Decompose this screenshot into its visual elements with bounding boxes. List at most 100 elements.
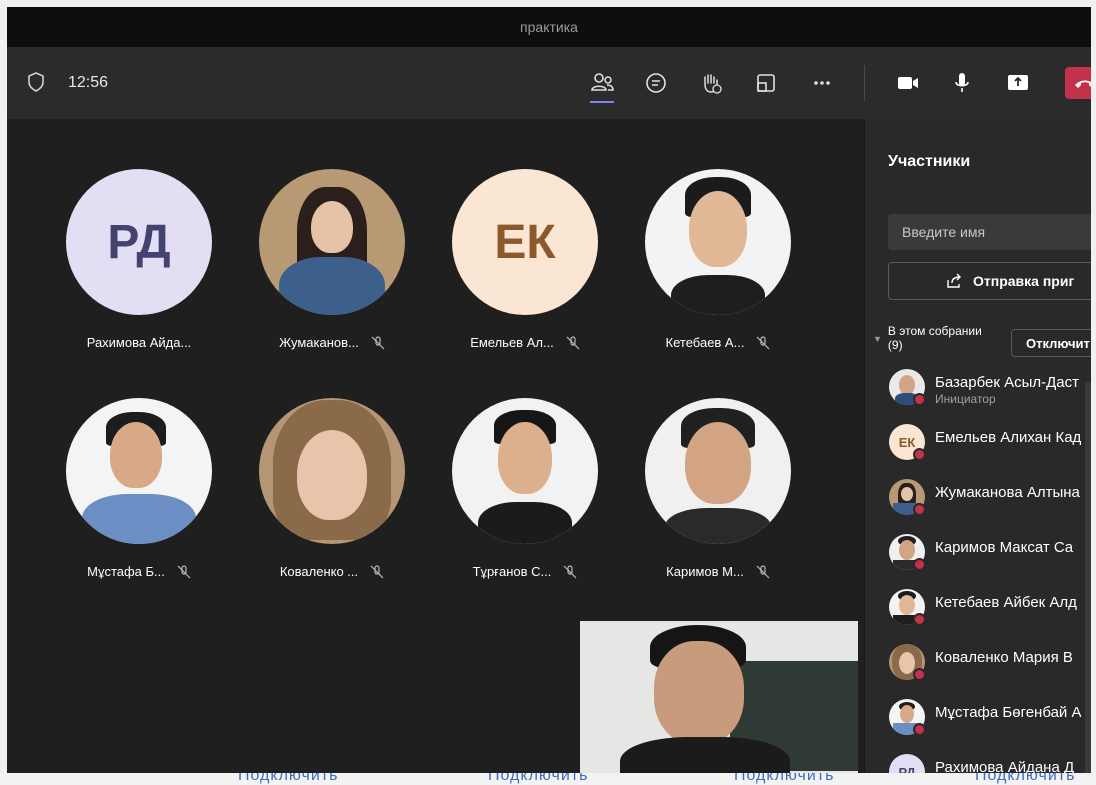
mute-all-label: Отключит [1026, 336, 1090, 351]
participant-list: Базарбек Асыл-Даст Инициатор ЕК Емельев … [889, 369, 1091, 780]
participant-name: Кетебаев Айбек Алд [935, 594, 1077, 611]
list-item[interactable]: Кетебаев Айбек Алд [889, 589, 1091, 644]
participant-tile[interactable]: Мұстафа Б... [64, 398, 214, 579]
participant-tile[interactable]: Тұрғанов С... [450, 398, 600, 579]
mic-off-icon [370, 564, 384, 578]
mic-off-icon [756, 564, 770, 578]
status-dot [913, 393, 926, 406]
tile-name: Жумаканов... [279, 335, 359, 350]
list-item[interactable]: Базарбек Асыл-Даст Инициатор [889, 369, 1091, 424]
avatar: ЕК [452, 169, 598, 315]
status-dot [913, 503, 926, 516]
camera-icon [898, 77, 918, 89]
list-item[interactable]: Мұстафа Бөгенбай А [889, 699, 1091, 754]
connect-link[interactable]: Подключить [488, 773, 588, 785]
rooms-icon [757, 74, 775, 92]
status-dot [913, 613, 926, 626]
tile-name: Тұрғанов С... [472, 564, 552, 579]
shield-icon [28, 72, 44, 92]
share-screen-button[interactable] [1000, 65, 1036, 101]
avatar-photo [645, 398, 791, 544]
chat-button[interactable] [638, 65, 674, 101]
panel-scrollbar[interactable] [1085, 382, 1091, 780]
participant-tile[interactable]: ЕК Емельев Ал... [450, 169, 600, 350]
avatar-photo [645, 169, 791, 315]
participant-tile[interactable]: Коваленко ... [257, 398, 407, 579]
hangup-button[interactable] [1065, 67, 1091, 99]
participant-name: Каримов Максат Сa [935, 539, 1074, 556]
background-window-strip: Подключить Подключить Подключить Подключ… [0, 773, 1096, 785]
connect-link[interactable]: Подключить [975, 773, 1075, 785]
people-icon [591, 73, 614, 91]
mic-off-icon [563, 564, 577, 578]
section-count: (9) [887, 338, 903, 352]
tile-name: Кетебаев А... [665, 335, 745, 350]
share-icon [1008, 75, 1028, 90]
participant-name: Коваленко Мария В [935, 649, 1073, 666]
list-item[interactable]: ЕК Емельев Алихан Кад [889, 424, 1091, 479]
share-link-icon [947, 273, 961, 288]
participants-panel: Участники Введите имя Отправка приг ▼ В … [864, 119, 1091, 780]
raise-hand-icon [704, 74, 722, 94]
participant-search-input[interactable]: Введите имя [888, 214, 1091, 250]
list-item[interactable]: Жумаканова Алтына [889, 479, 1091, 534]
in-meeting-section-toggle[interactable]: ▼ В этом собрании (9) [873, 324, 982, 352]
status-dot [913, 558, 926, 571]
panel-title: Участники [888, 153, 971, 170]
avatar-initials: ЕК [898, 434, 916, 450]
mute-all-button[interactable]: Отключит [1011, 329, 1091, 357]
window-title: практика [520, 19, 578, 35]
avatar-initials: РД [107, 215, 171, 269]
participant-name: Жумаканова Алтына [935, 484, 1080, 501]
toolbar-divider [864, 65, 865, 101]
avatar: РД [66, 169, 212, 315]
more-actions-button[interactable] [804, 65, 840, 101]
participant-name: Мұстафа Бөгенбай А [935, 704, 1082, 721]
participant-tile[interactable]: Каримов М... [643, 398, 793, 579]
video-stage: РД Рахимова Айда... Жумаканов... ЕК Емел… [7, 119, 864, 780]
participant-name: Емельев Алихан Кад [935, 429, 1082, 446]
mic-off-icon [566, 335, 580, 349]
tile-name: Коваленко ... [279, 564, 359, 579]
self-video-preview[interactable] [580, 621, 858, 779]
raise-hand-button[interactable] [693, 65, 729, 101]
search-placeholder: Введите имя [902, 224, 986, 240]
people-button[interactable] [584, 65, 620, 103]
avatar-initials: ЕК [494, 215, 556, 269]
tile-name: Рахимова Айда... [86, 335, 192, 350]
meeting-toolbar: 12:56 [7, 47, 1091, 119]
tile-name: Каримов М... [666, 564, 744, 579]
avatar-photo [452, 398, 598, 544]
camera-button[interactable] [890, 65, 926, 101]
list-item[interactable]: Коваленко Мария В [889, 644, 1091, 699]
mic-icon [955, 73, 969, 92]
self-face [654, 641, 744, 745]
participant-tile[interactable]: Кетебаев А... [643, 169, 793, 350]
tile-name: Мұстафа Б... [87, 564, 165, 579]
mic-off-icon [177, 564, 191, 578]
status-dot [913, 448, 926, 461]
participant-role: Инициатор [935, 392, 996, 406]
connect-link[interactable]: Подключить [238, 773, 338, 785]
title-bar: практика [7, 7, 1091, 47]
more-icon [814, 81, 830, 85]
chat-icon [646, 73, 666, 93]
share-invite-button[interactable]: Отправка приг [888, 262, 1091, 300]
breakout-rooms-button[interactable] [748, 65, 784, 101]
active-indicator [590, 101, 614, 103]
chevron-down-icon: ▼ [873, 334, 882, 344]
status-dot [913, 723, 926, 736]
meeting-timer: 12:56 [68, 74, 109, 91]
microphone-button[interactable] [944, 65, 980, 101]
teams-meeting-window: практика 12:56 РД Рахимова Айда... Жумак… [7, 7, 1091, 780]
mic-off-icon [757, 335, 770, 349]
hangup-icon [1075, 80, 1091, 88]
connect-link[interactable]: Подключить [734, 773, 834, 785]
status-dot [913, 668, 926, 681]
participant-tile[interactable]: Жумаканов... [257, 169, 407, 350]
list-item[interactable]: Каримов Максат Сa [889, 534, 1091, 589]
invite-label: Отправка приг [973, 273, 1075, 289]
participant-tile[interactable]: РД Рахимова Айда... [64, 169, 214, 350]
tile-name: Емельев Ал... [470, 335, 554, 350]
section-label: В этом собрании [887, 324, 982, 338]
